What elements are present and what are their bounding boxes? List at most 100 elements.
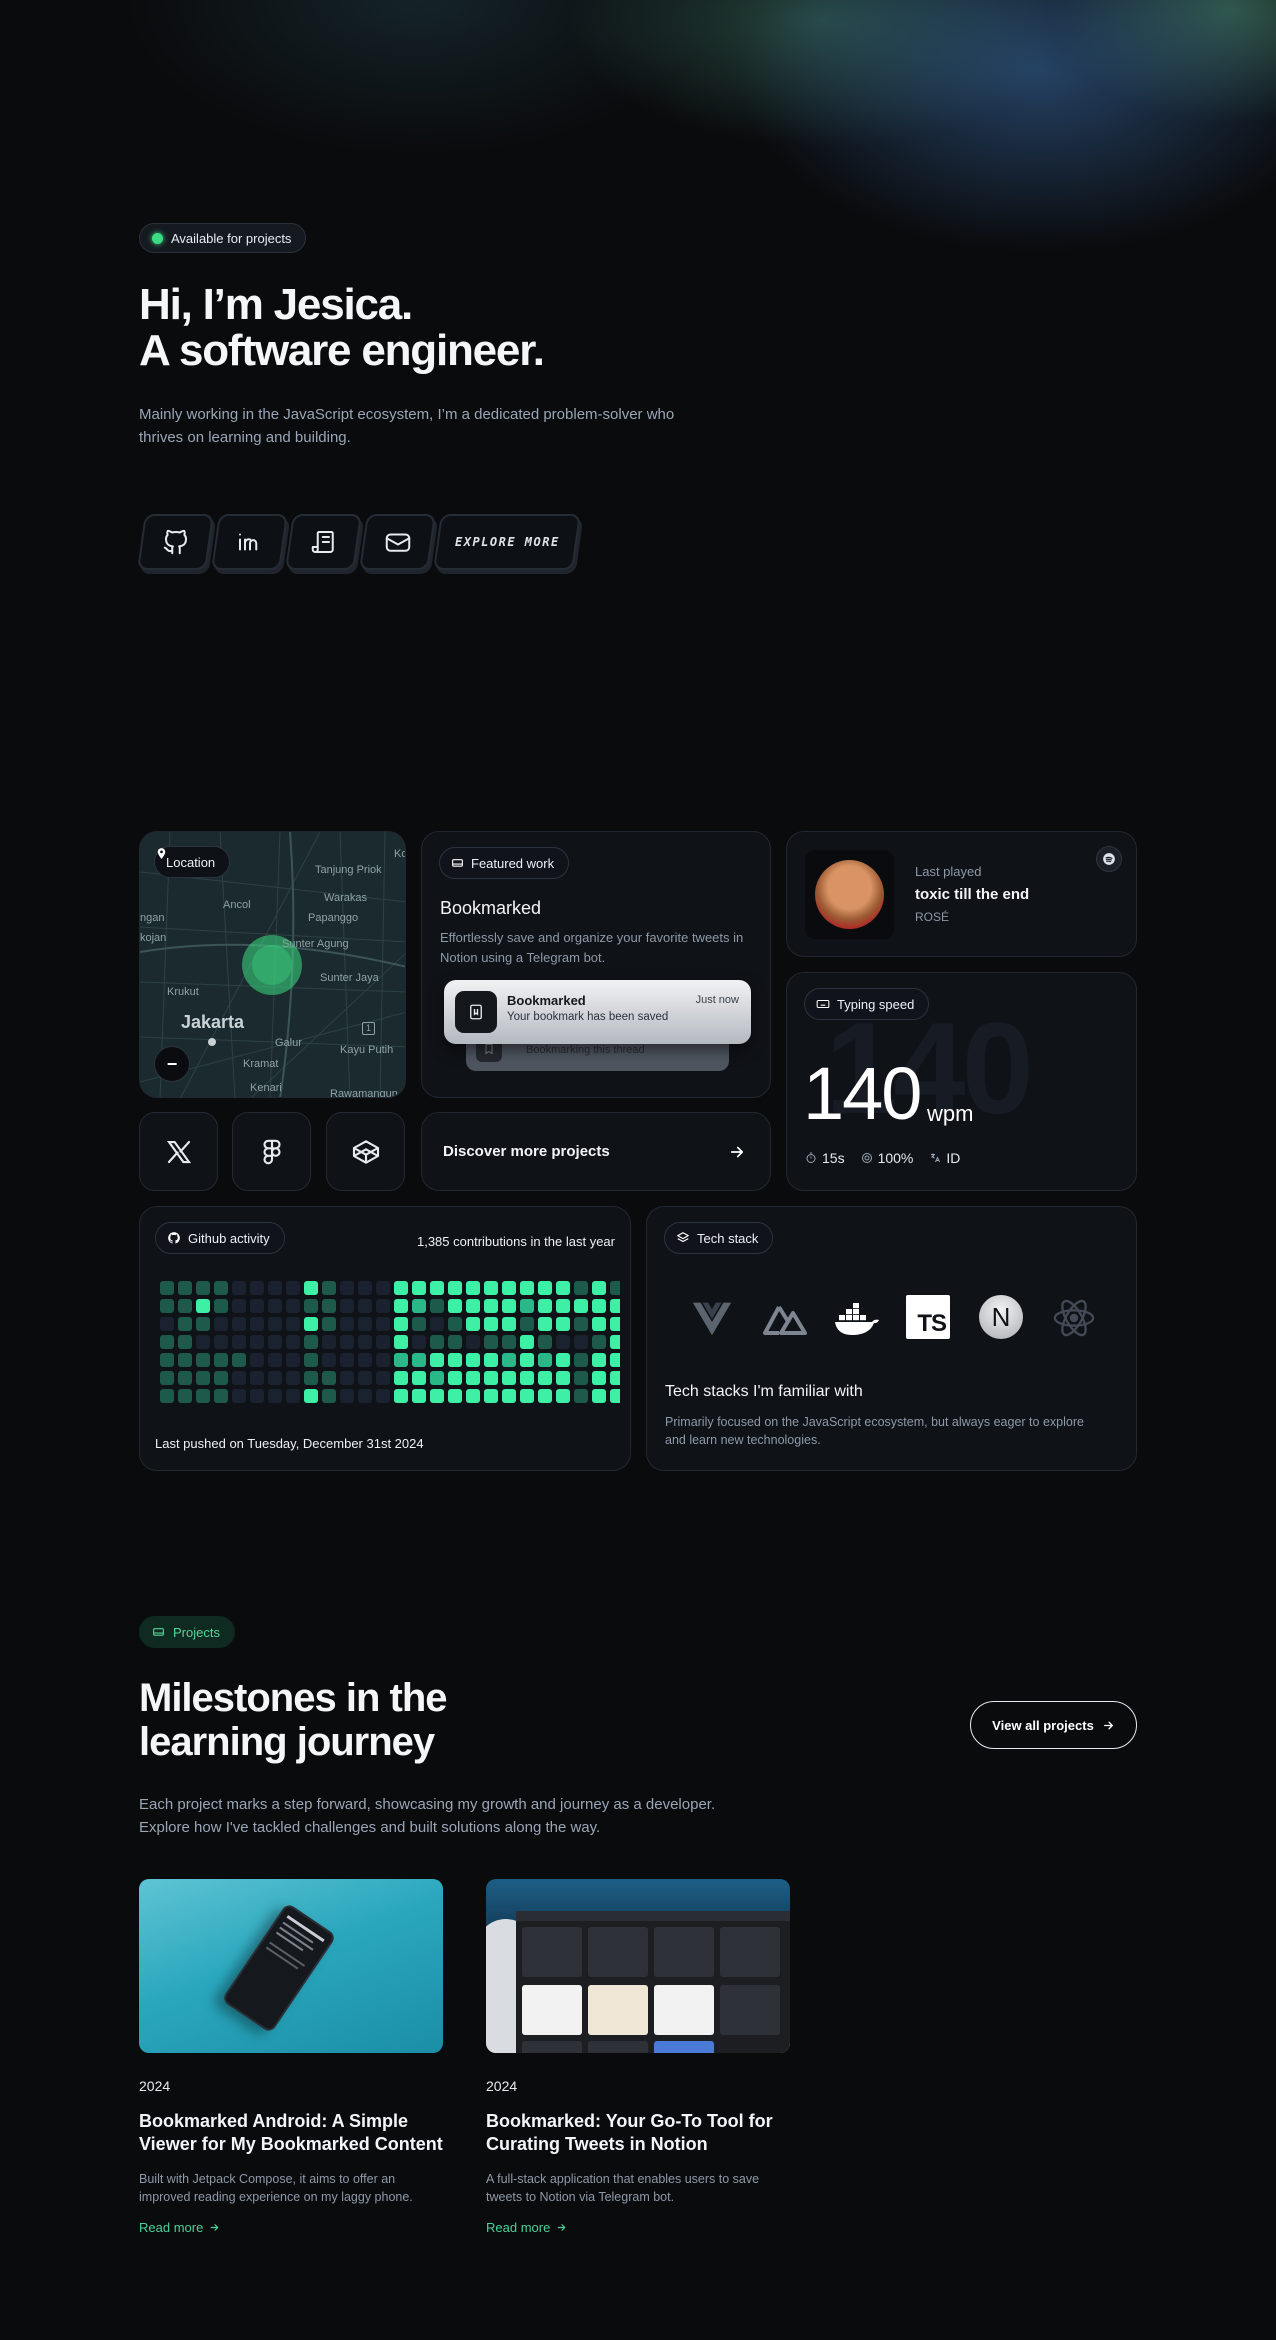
last-played-card[interactable]: Last played toxic till the end ROSÉ bbox=[786, 831, 1137, 957]
map-place-label: Krukut bbox=[167, 986, 199, 998]
featured-work-card[interactable]: Featured work Bookmarked Effortlessly sa… bbox=[421, 831, 771, 1098]
contribution-cell bbox=[502, 1353, 516, 1367]
contribution-cell bbox=[448, 1353, 462, 1367]
discover-projects-label: Discover more projects bbox=[443, 1143, 610, 1160]
contribution-cell bbox=[178, 1389, 192, 1403]
contribution-cell bbox=[340, 1299, 354, 1313]
project-read-more-link[interactable]: Read more bbox=[486, 2220, 567, 2235]
project-year: 2024 bbox=[139, 2078, 171, 2094]
map-place-label: Sunter Agung bbox=[282, 938, 349, 950]
location-card[interactable]: Tanjung Priok Ancol Warakas Papanggo nga… bbox=[139, 831, 406, 1098]
contribution-cell bbox=[214, 1317, 228, 1331]
contribution-cell bbox=[304, 1371, 318, 1385]
hero-title: Hi, I’m Jesica. A software engineer. bbox=[139, 282, 545, 374]
linkedin-button[interactable] bbox=[211, 514, 288, 570]
github-button[interactable] bbox=[137, 514, 214, 570]
contribution-cell bbox=[178, 1317, 192, 1331]
location-badge: Location bbox=[154, 846, 231, 878]
contribution-cell bbox=[250, 1335, 264, 1349]
contribution-cell bbox=[286, 1371, 300, 1385]
vue-icon bbox=[692, 1302, 732, 1336]
contribution-cell bbox=[160, 1371, 174, 1385]
featured-work-description: Effortlessly save and organize your favo… bbox=[440, 930, 744, 965]
contribution-cell bbox=[574, 1317, 588, 1331]
contribution-cell bbox=[412, 1371, 426, 1385]
docker-icon bbox=[835, 1303, 879, 1335]
zoom-out-button[interactable]: − bbox=[154, 1046, 190, 1082]
contribution-cell bbox=[340, 1389, 354, 1403]
typing-wpm-unit: wpm bbox=[927, 1101, 974, 1126]
contribution-cell bbox=[376, 1371, 390, 1385]
contribution-cell bbox=[574, 1299, 588, 1313]
project-title[interactable]: Bookmarked Android: A Simple Viewer for … bbox=[139, 2110, 459, 2156]
discover-projects-button[interactable]: Discover more projects bbox=[421, 1112, 771, 1191]
contribution-cell bbox=[610, 1353, 620, 1367]
contribution-cell bbox=[484, 1281, 498, 1295]
contribution-cell bbox=[610, 1299, 620, 1313]
contribution-cell bbox=[448, 1317, 462, 1331]
contribution-cell bbox=[358, 1317, 372, 1331]
nextjs-icon: N bbox=[979, 1295, 1023, 1339]
project-thumbnail-notion[interactable] bbox=[486, 1879, 790, 2053]
spotify-icon[interactable] bbox=[1096, 846, 1122, 872]
contribution-cell bbox=[196, 1281, 210, 1295]
contribution-cell bbox=[466, 1299, 480, 1313]
arrow-right-icon bbox=[730, 1146, 744, 1157]
mail-button[interactable] bbox=[359, 514, 436, 570]
hero-description: Mainly working in the JavaScript ecosyst… bbox=[139, 406, 675, 446]
contribution-cell bbox=[574, 1353, 588, 1367]
tech-stack-card: Tech stack TS N Tech stacks I'm familiar… bbox=[646, 1206, 1137, 1471]
contribution-cell bbox=[556, 1299, 570, 1313]
contribution-cell bbox=[178, 1281, 192, 1295]
github-contributions-count: 1,385 contributions in the last year bbox=[416, 1234, 615, 1249]
notification-card: Bookmarked Your bookmark has been saved … bbox=[444, 980, 751, 1044]
contribution-cell bbox=[358, 1353, 372, 1367]
contribution-cell bbox=[304, 1317, 318, 1331]
project-thumbnail-android[interactable] bbox=[139, 1879, 443, 2053]
project-title[interactable]: Bookmarked: Your Go-To Tool for Curating… bbox=[486, 2110, 806, 2156]
map-city-label: Jakarta bbox=[181, 1012, 245, 1032]
contribution-cell bbox=[394, 1353, 408, 1367]
contribution-cell bbox=[538, 1371, 552, 1385]
contribution-cell bbox=[160, 1335, 174, 1349]
figma-link[interactable] bbox=[232, 1112, 311, 1191]
projects-badge: Projects bbox=[139, 1616, 235, 1648]
contribution-cell bbox=[178, 1335, 192, 1349]
typing-speed-card: 140 Typing speed 140 wpm 15s 100% ID bbox=[786, 972, 1137, 1191]
typing-accuracy-value: 100% bbox=[877, 1150, 914, 1166]
map-place-label: Kayu Putih bbox=[340, 1044, 394, 1056]
contribution-cell bbox=[484, 1371, 498, 1385]
x-link[interactable] bbox=[139, 1112, 218, 1191]
resume-button[interactable] bbox=[285, 514, 362, 570]
project-read-more-link[interactable]: Read more bbox=[139, 2220, 220, 2235]
contribution-cell bbox=[178, 1299, 192, 1313]
timer-icon bbox=[806, 1152, 816, 1163]
contribution-cell bbox=[304, 1389, 318, 1403]
explore-more-label: EXPLORE MORE bbox=[454, 535, 560, 549]
album-art bbox=[815, 860, 884, 929]
react-icon bbox=[1053, 1299, 1095, 1337]
map-place-label: Tanjung Priok bbox=[315, 864, 382, 876]
contribution-cell bbox=[592, 1299, 606, 1313]
contribution-cell bbox=[430, 1317, 444, 1331]
explore-more-button[interactable]: EXPLORE MORE bbox=[433, 514, 581, 570]
contribution-cell bbox=[448, 1281, 462, 1295]
contribution-cell bbox=[538, 1335, 552, 1349]
contribution-cell bbox=[376, 1299, 390, 1313]
codepen-link[interactable] bbox=[326, 1112, 405, 1191]
contribution-cell bbox=[592, 1389, 606, 1403]
album-art-frame bbox=[805, 850, 894, 939]
contribution-cell bbox=[358, 1299, 372, 1313]
contribution-cell bbox=[466, 1353, 480, 1367]
contribution-cell bbox=[250, 1281, 264, 1295]
view-all-projects-button[interactable]: View all projects bbox=[970, 1701, 1137, 1749]
song-title: toxic till the end bbox=[915, 886, 1030, 903]
contribution-cell bbox=[232, 1317, 246, 1331]
contribution-cell bbox=[430, 1299, 444, 1313]
contribution-cell bbox=[232, 1281, 246, 1295]
contribution-cell bbox=[232, 1389, 246, 1403]
contribution-cell bbox=[412, 1281, 426, 1295]
contribution-cell bbox=[160, 1317, 174, 1331]
contribution-cell bbox=[250, 1389, 264, 1403]
contribution-cell bbox=[160, 1389, 174, 1403]
